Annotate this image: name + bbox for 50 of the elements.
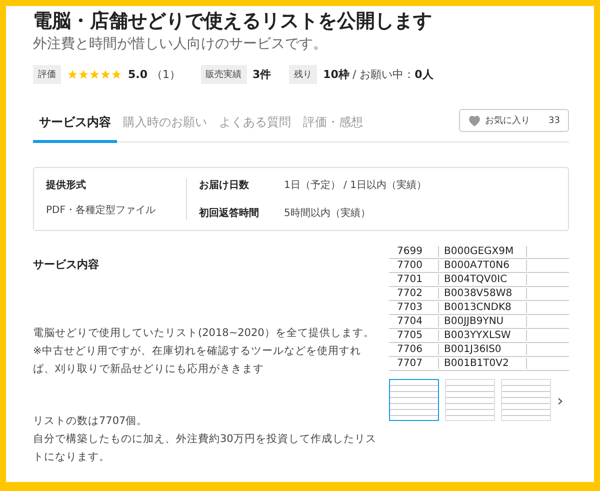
service-title: 電脳・店舗せどりで使えるリストを公開します	[33, 9, 433, 33]
asin-code: B001B1T0V2	[439, 358, 527, 369]
row-number: 7699	[389, 246, 439, 257]
format-label: 提供形式	[46, 178, 87, 192]
star-icon	[78, 69, 89, 80]
description-text: 電脳せどりで使用していたリスト(2018~2020）を全て提供します。	[33, 326, 376, 341]
image-thumbnail[interactable]	[389, 379, 439, 421]
star-icon	[111, 69, 122, 80]
info-label: お届け日数	[199, 178, 250, 192]
row-number: 7704	[389, 316, 439, 327]
description-text: ※中古せどり用ですが、在庫切れを確認するツールなどを使用すれば、刈り取りで新品せどりにも応用がききます	[33, 344, 362, 377]
row-number: 7707	[389, 358, 439, 369]
star-icon	[100, 69, 111, 80]
asin-code: B0013CNDK8	[439, 302, 527, 313]
rating-label: 評価	[33, 65, 61, 84]
row-number: 7703	[389, 302, 439, 313]
row-number: 7705	[389, 330, 439, 341]
favorite-button[interactable]: お気に入り 33	[459, 109, 569, 132]
asin-code: B003YYXLSW	[439, 330, 527, 341]
sales-label: 販売実績	[200, 65, 246, 84]
next-arrow[interactable]: ›	[557, 390, 564, 410]
asin-code: B00JJB9YNU	[439, 316, 527, 327]
tab[interactable]: サービス内容	[33, 106, 117, 143]
rating-score: 5.0	[128, 68, 148, 81]
star-icon	[89, 69, 100, 80]
waiting-count: 0人	[414, 67, 434, 82]
star-icon	[67, 69, 78, 80]
description-text: 自分で構築したものに加え、外注費約30万円を投資して作成したリストになります。	[33, 432, 378, 465]
heart-icon	[468, 114, 481, 126]
review-count: （1）	[152, 67, 180, 82]
asin-code: B0038V58W8	[439, 288, 527, 299]
sales-count: 3件	[252, 67, 272, 82]
section-heading: サービス内容	[33, 257, 100, 272]
asin-code: B004TQV0IC	[439, 274, 527, 285]
asin-code: B000A7T0N6	[439, 260, 527, 271]
service-subtitle: 外注費と時間が惜しい人向けのサービスです。	[33, 35, 328, 53]
info-value: 5時間以内（実績）	[284, 206, 370, 220]
remaining-slots: 10枠	[323, 67, 350, 82]
info-label: 初回返答時間	[199, 206, 260, 220]
waiting-label: / お願い中：	[352, 67, 415, 82]
row-number: 7700	[389, 260, 439, 271]
row-number: 7701	[389, 274, 439, 285]
asin-code: B001J36IS0	[439, 344, 527, 355]
format-value: PDF・各種定型ファイル	[46, 204, 156, 218]
remaining-label: 残り	[289, 65, 318, 84]
info-value: 1日（予定） / 1日以内（実績）	[284, 178, 426, 192]
row-number: 7706	[389, 344, 439, 355]
description-text: リストの数は7707個。	[33, 414, 149, 429]
row-number: 7702	[389, 288, 439, 299]
asin-code: B000GEGX9M	[439, 246, 527, 257]
